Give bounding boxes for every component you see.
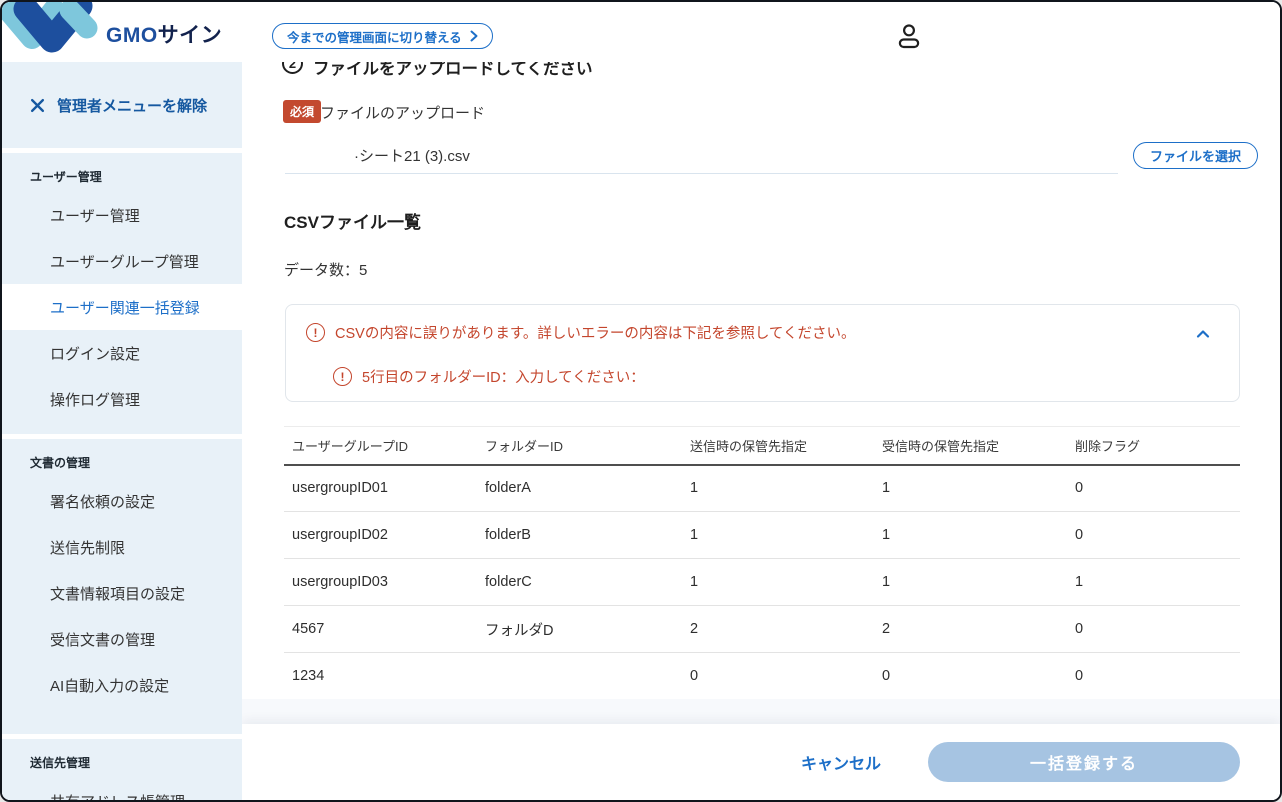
table-cell: 4567 [284,605,477,653]
sidebar-item-login-settings[interactable]: ログイン設定 [2,330,242,376]
brand-sign: サイン [157,24,223,47]
action-footer: キャンセル 一括登録する [242,724,1280,800]
table-cell: 2 [682,605,874,653]
sidebar-section-user-management: ユーザー管理 ユーザー管理 ユーザーグループ管理 ユーザー関連一括登録 ログイン… [2,153,242,434]
table-cell: 1 [1067,558,1240,606]
table-cell: folderC [477,558,682,606]
table-cell: folderA [477,464,682,512]
table-cell: 1 [682,558,874,606]
table-cell: 0 [1067,652,1240,700]
table-cell: 1 [682,511,874,559]
column-header: ユーザーグループID [284,426,477,466]
content-footer-gap [242,699,1280,724]
bulk-register-button[interactable]: 一括登録する [928,742,1240,782]
sidebar-section-title: ユーザー管理 [30,170,102,184]
sidebar-section-document-management: 文書の管理 署名依頼の設定 送信先制限 文書情報項目の設定 受信文書の管理 AI… [2,439,242,734]
sidebar-section-recipient-management: 送信先管理 共有アドレス帳管理 [2,739,242,800]
chevron-right-icon [470,30,478,42]
account-button[interactable] [895,22,923,50]
table-cell: 2 [874,605,1067,653]
sidebar-item-ai-autofill-settings[interactable]: AI自動入力の設定 [2,662,242,708]
table-cell: usergroupID03 [284,558,477,606]
cancel-button[interactable]: キャンセル [801,750,881,774]
sidebar-item-document-info-settings[interactable]: 文書情報項目の設定 [2,570,242,616]
table-cell [477,652,682,700]
top-bar: GMOサイン 今までの管理画面に切り替える [2,2,1280,62]
required-badge: 必須 [283,100,322,123]
table-row: usergroupID01 folderA 1 1 0 [284,464,1240,512]
main-content: 2 ファイルをアップロードしてください 必須 ファイルのアップロード ·シート2… [242,2,1280,800]
table-row: usergroupID02 folderB 1 1 0 [284,511,1240,559]
table-row: 4567 フォルダD 2 2 0 [284,605,1240,653]
table-cell: 1 [874,511,1067,559]
table-row: usergroupID03 folderC 1 1 1 [284,558,1240,606]
error-summary-row: ! CSVの内容に誤りがあります。詳しいエラーの内容は下記を参照してください。 [306,322,856,343]
chevron-up-icon [1196,329,1210,338]
table-row: 1234 0 0 0 [284,652,1240,700]
unlock-admin-menu-button[interactable]: 管理者メニューを解除 [2,62,242,148]
error-panel: ! CSVの内容に誤りがあります。詳しいエラーの内容は下記を参照してください。 … [285,304,1240,402]
table-cell: 0 [874,652,1067,700]
user-icon [898,24,920,49]
table-cell: 1234 [284,652,477,700]
sidebar-item-user-group-management[interactable]: ユーザーグループ管理 [2,238,242,284]
sidebar-item-received-document-management[interactable]: 受信文書の管理 [2,616,242,662]
error-summary-text: CSVの内容に誤りがあります。詳しいエラーの内容は下記を参照してください。 [335,326,856,342]
csv-list-title: CSVファイル一覧 [284,213,421,232]
table-cell: 0 [1067,511,1240,559]
sidebar-item-shared-address-book[interactable]: 共有アドレス帳管理 [2,778,242,801]
error-detail-text: 5行目のフォルダーID：入力してください： [362,370,645,386]
error-detail-row: ! 5行目のフォルダーID：入力してください： [333,366,645,387]
table-cell: 0 [1067,605,1240,653]
sidebar-section-title: 文書の管理 [30,456,91,470]
unlock-admin-menu-label: 管理者メニューを解除 [57,97,208,115]
sidebar-item-recipient-restriction[interactable]: 送信先制限 [2,524,242,570]
table-cell: 1 [874,464,1067,512]
column-header: 削除フラグ [1067,426,1240,466]
selected-file-name: ·シート21 (3).csv [354,148,470,165]
csv-preview-table: ユーザーグループID フォルダーID 送信時の保管先指定 受信時の保管先指定 削… [284,426,1240,700]
table-cell: usergroupID02 [284,511,477,559]
brand-gmo: GMO [106,24,158,47]
alert-icon: ! [333,367,352,386]
collapse-errors-button[interactable] [1191,323,1215,347]
sidebar-item-user-management[interactable]: ユーザー管理 [2,192,242,238]
sidebar-item-signature-request-settings[interactable]: 署名依頼の設定 [2,478,242,524]
data-count: データ数：5 [284,262,368,279]
switch-admin-view-label: 今までの管理画面に切り替える [287,30,462,45]
alert-icon: ! [306,323,325,342]
table-cell: usergroupID01 [284,464,477,512]
switch-admin-view-button[interactable]: 今までの管理画面に切り替える [272,23,493,49]
column-header: 受信時の保管先指定 [874,426,1067,466]
column-header: フォルダーID [477,426,682,466]
upload-field-label: ファイルのアップロード [320,105,486,122]
app-window: 2 ファイルをアップロードしてください 必須 ファイルのアップロード ·シート2… [0,0,1282,802]
file-select-button[interactable]: ファイルを選択 [1133,142,1259,169]
table-cell: フォルダD [477,605,682,653]
admin-sidebar: 管理者メニューを解除 ユーザー管理 ユーザー管理 ユーザーグループ管理 ユーザー… [2,62,242,800]
sidebar-item-operation-log[interactable]: 操作ログ管理 [2,376,242,422]
gmo-sign-logo-icon [2,2,98,53]
file-input-underline [285,173,1118,174]
table-cell: folderB [477,511,682,559]
table-header-row: ユーザーグループID フォルダーID 送信時の保管先指定 受信時の保管先指定 削… [284,426,1240,466]
table-cell: 1 [682,464,874,512]
column-header: 送信時の保管先指定 [682,426,874,466]
sidebar-section-title: 送信先管理 [30,756,91,770]
table-cell: 0 [1067,464,1240,512]
brand-logo-text: GMOサイン [106,19,222,49]
sidebar-item-user-bulk-registration[interactable]: ユーザー関連一括登録 [2,284,242,330]
table-cell: 1 [874,558,1067,606]
table-cell: 0 [682,652,874,700]
close-icon [30,98,45,112]
